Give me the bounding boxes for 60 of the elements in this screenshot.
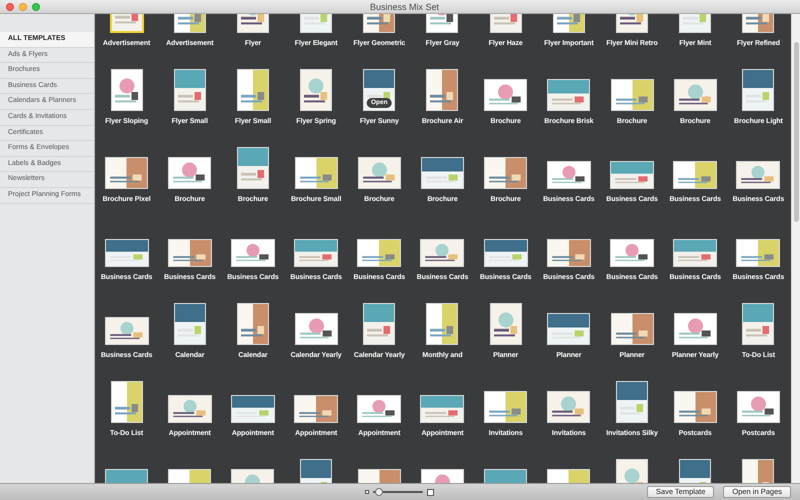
template-thumbnail[interactable] [168,395,212,423]
template-thumbnail[interactable] [300,69,332,111]
template-thumbnail[interactable] [546,161,591,189]
template-thumbnail[interactable] [616,381,648,423]
template-thumbnail[interactable] [168,157,212,189]
template-thumbnail[interactable] [168,239,212,267]
template-thumbnail[interactable] [484,157,528,189]
template-thumbnail[interactable] [610,79,654,111]
template-thumbnail[interactable] [174,303,206,345]
template-thumbnail[interactable] [363,303,396,345]
template-thumbnail[interactable] [674,313,717,345]
template-thumbnail[interactable] [484,391,528,423]
template-thumbnail[interactable] [610,313,654,345]
close-button[interactable] [6,2,14,10]
template-thumbnail[interactable] [736,161,780,189]
window-title: Business Mix Set [370,1,440,14]
template-thumbnail[interactable] [105,157,148,189]
template-thumbnail[interactable] [358,157,401,189]
template-thumbnail[interactable] [420,395,464,423]
template-thumbnail[interactable] [420,157,464,189]
template-thumbnail[interactable] [294,239,338,267]
template-thumbnail[interactable] [357,239,402,267]
maximize-button[interactable] [32,2,40,10]
template-thumbnail[interactable] [484,79,528,111]
template-thumbnail[interactable] [547,79,590,111]
template-thumbnail[interactable] [546,239,591,267]
template-thumbnail[interactable] [742,69,774,111]
template-thumbnail[interactable] [294,313,338,345]
template-thumbnail[interactable] [736,391,780,423]
template-thumbnail[interactable] [110,69,143,111]
template-thumbnail[interactable] [294,395,338,423]
template-thumbnail[interactable] [230,239,275,267]
template-thumbnail[interactable] [547,391,590,423]
template-thumbnail[interactable] [236,147,269,189]
template-thumbnail[interactable] [674,79,717,111]
template-thumbnail[interactable] [420,239,464,267]
template-thumbnail[interactable] [673,239,718,267]
template-thumbnail[interactable] [484,239,528,267]
minimize-button[interactable] [19,2,27,10]
small-thumbnails-icon[interactable] [365,490,369,494]
template-thumbnail[interactable] [294,157,338,189]
template-thumbnail[interactable] [490,303,522,345]
template-thumbnail[interactable] [236,69,269,111]
template-thumbnail[interactable] [547,313,590,345]
template-thumbnail[interactable] [104,317,149,345]
template-thumbnail[interactable] [736,239,780,267]
template-thumbnail[interactable] [174,69,206,111]
template-thumbnail[interactable] [742,303,774,345]
template-thumbnail[interactable] [236,303,269,345]
template-thumbnail[interactable] [110,381,143,423]
template-thumbnail[interactable] [674,391,717,423]
template-thumbnail[interactable] [673,161,718,189]
template-thumbnail[interactable] [426,69,458,111]
large-thumbnails-icon[interactable] [427,488,434,496]
template-thumbnail[interactable] [610,239,654,267]
template-thumbnail[interactable] [357,395,402,423]
template-thumbnail[interactable] [426,303,458,345]
template-thumbnail[interactable] [104,239,149,267]
template-thumbnail[interactable] [610,161,654,189]
template-thumbnail[interactable] [230,395,275,423]
